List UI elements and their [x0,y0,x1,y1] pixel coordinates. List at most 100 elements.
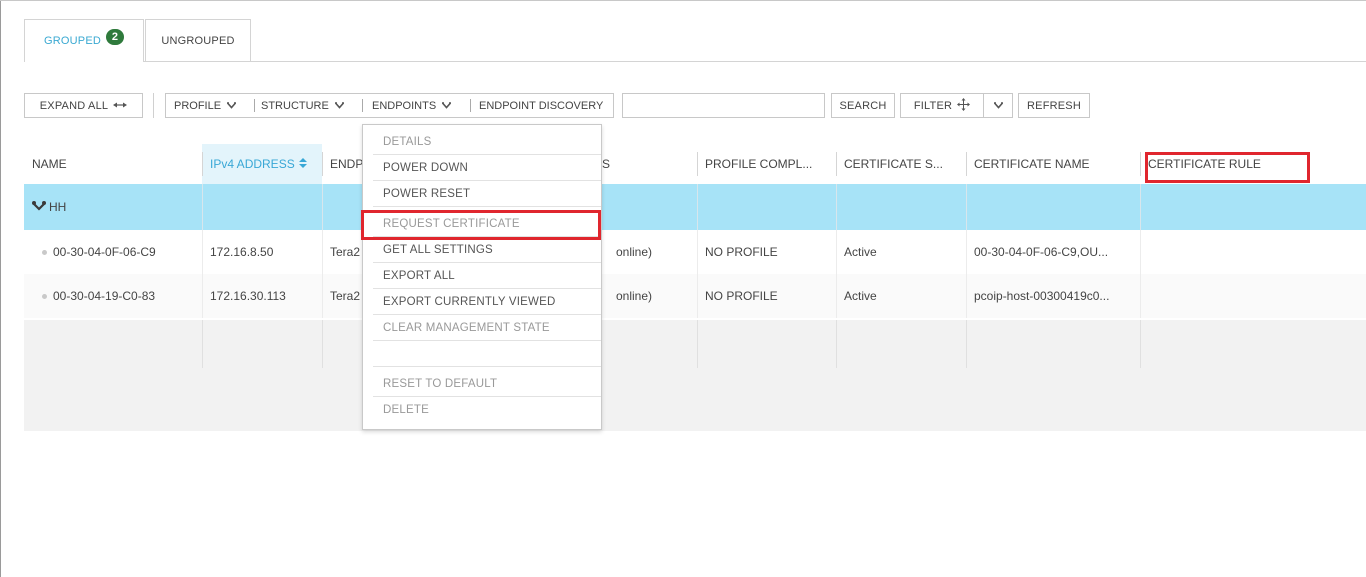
tab-grouped[interactable]: GROUPED 2 [24,19,144,62]
chevron-down-icon [993,100,1003,112]
menu-divider [470,99,471,112]
search-button[interactable]: SEARCH [831,93,895,118]
column-header-profile-compliance[interactable]: PROFILE COMPL... [697,144,836,184]
move-arrows-icon [957,97,971,114]
column-header-ipv4[interactable]: IPv4 ADDRESS [202,144,322,184]
table-row[interactable]: 00-30-04-0F-06-C9 172.16.8.50 Tera2 onli… [24,230,1366,274]
menu-item-export-currently-viewed[interactable]: EXPORT CURRENTLY VIEWED [373,289,601,315]
endpoints-menu-button[interactable]: ENDPOINTS [372,94,452,117]
menu-item-details[interactable]: DETAILS [373,129,601,155]
chevron-down-icon [226,100,237,112]
toolbar-separator [153,93,154,118]
endpoint-name: 00-30-04-19-C0-83 [53,289,156,303]
column-divider [1140,184,1141,230]
column-divider [836,230,837,274]
menu-item-label: POWER DOWN [383,161,469,174]
column-header-endpoint[interactable]: ENDP [322,144,362,184]
column-divider [1140,274,1141,318]
tab-ungrouped[interactable]: UNGROUPED [145,19,251,61]
group-row[interactable]: HH [24,184,1366,230]
table-row[interactable]: 00-30-04-19-C0-83 172.16.30.113 Tera2 on… [24,274,1366,318]
profile-label: PROFILE [174,99,222,112]
column-divider [697,184,698,230]
column-divider [966,320,967,368]
certificate-rule-cell [1140,274,1366,318]
window-left-border [0,0,1,577]
tab-grouped-label: GROUPED [43,35,102,47]
menu-item-get-all-settings[interactable]: GET ALL SETTINGS [373,237,601,263]
status-dot-icon [42,249,47,255]
filter-options-button[interactable] [983,93,1013,118]
column-divider [322,274,323,318]
name-cell: 00-30-04-19-C0-83 [24,274,202,318]
tab-divider [24,61,1366,62]
expand-all-button[interactable]: EXPAND ALL [24,93,143,118]
column-divider [966,184,967,230]
profile-menu-button[interactable]: PROFILE [174,94,237,117]
menu-item-power-down[interactable]: POWER DOWN [373,155,601,181]
column-divider [1140,230,1141,274]
filter-button[interactable]: FILTER [900,93,984,118]
toolbar-menu-group: PROFILE STRUCTURE ENDPOINTS ENDPOINT DIS… [165,93,614,118]
structure-menu-button[interactable]: STRUCTURE [261,94,344,117]
column-divider [202,274,203,318]
filter-label: FILTER [913,99,953,112]
search-input[interactable] [622,93,825,118]
menu-item-label: GET ALL SETTINGS [383,243,493,256]
menu-item-label: EXPORT CURRENTLY VIEWED [383,295,556,308]
column-divider [836,184,837,230]
column-header-label: CERTIFICATE RULE [1148,157,1261,171]
endpoint-discovery-button[interactable]: ENDPOINT DISCOVERY [479,94,603,117]
menu-item-delete[interactable]: DELETE [373,397,601,423]
status-cell: online) [616,289,653,303]
profile-cell: NO PROFILE [705,245,778,259]
chevron-down-icon [442,100,452,112]
refresh-button[interactable]: REFRESH [1018,93,1090,118]
refresh-label: REFRESH [1027,99,1081,112]
certificate-name-cell: 00-30-04-0F-06-C9,OU... [974,245,1109,259]
column-divider [836,320,837,368]
menu-item-label: DELETE [383,404,429,416]
menu-item-request-certificate[interactable]: REQUEST CERTIFICATE [373,211,601,237]
column-header-label: S [602,157,611,171]
column-header-name[interactable]: NAME [24,144,202,184]
column-header-certificate-rule[interactable]: CERTIFICATE RULE [1140,144,1366,184]
column-header-label: ENDP [330,157,362,171]
status-cell: online) [616,245,653,259]
column-divider [697,274,698,318]
column-divider [966,274,967,318]
menu-item-label: EXPORT ALL [383,269,455,282]
endpoints-label: ENDPOINTS [372,99,437,112]
menu-item-label: POWER RESET [383,187,471,200]
menu-item-label: CLEAR MANAGEMENT STATE [383,321,550,334]
window-top-border [0,0,1366,1]
menu-divider [254,99,255,112]
column-header-label: CERTIFICATE NAME [974,157,1090,171]
column-divider [202,320,203,368]
menu-item-power-reset[interactable]: POWER RESET [373,181,601,207]
profile-cell: NO PROFILE [705,289,778,303]
menu-item-export-all[interactable]: EXPORT ALL [373,263,601,289]
tab-ungrouped-label: UNGROUPED [161,34,235,47]
endpoints-dropdown-menu: DETAILS POWER DOWN POWER RESET REQUEST C… [362,124,602,430]
column-header-status[interactable]: S [594,144,694,184]
column-header-certificate-status[interactable]: CERTIFICATE S... [836,144,966,184]
certificate-status-cell: Active [844,289,877,303]
menu-item-reset-to-default[interactable]: RESET TO DEFAULT [373,371,601,397]
column-header-certificate-name[interactable]: CERTIFICATE NAME [966,144,1140,184]
table-header: NAME IPv4 ADDRESS ENDP S PROFILE COMPL..… [24,144,1366,185]
endpoint-discovery-label: ENDPOINT DISCOVERY [479,99,604,112]
sort-icon [298,157,308,171]
menu-item-clear-management-state[interactable]: CLEAR MANAGEMENT STATE [373,315,601,341]
column-divider [966,230,967,274]
search-label: SEARCH [839,99,887,112]
column-divider [322,320,323,368]
menu-item-blank[interactable] [373,341,601,367]
grouped-count-badge: 2 [106,29,125,45]
menu-item-label: RESET TO DEFAULT [383,377,498,390]
ipv4-cell: 172.16.8.50 [210,245,274,259]
group-name: HH [49,200,67,214]
column-divider [322,184,323,230]
status-dot-icon [42,293,47,299]
column-divider [697,320,698,368]
